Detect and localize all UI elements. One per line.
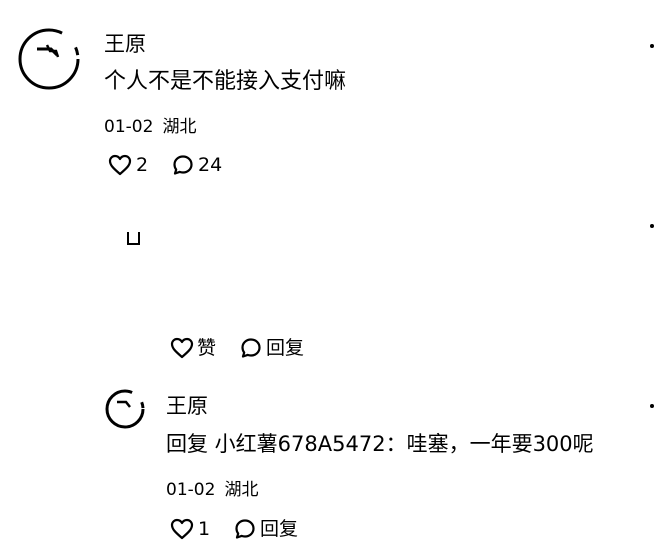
reply-date: 01-02 bbox=[166, 480, 216, 500]
heart-outline-icon bbox=[170, 337, 194, 359]
reply-text[interactable]: 回复 小红薯678A5472：哇塞，一年要300呢 bbox=[166, 434, 594, 455]
comment-location: 湖北 bbox=[162, 117, 197, 137]
more-dots-icon[interactable] bbox=[650, 404, 654, 408]
comment-date: 01-02 bbox=[104, 117, 154, 137]
more-dots-icon[interactable] bbox=[650, 44, 654, 48]
reply-like-count: 1 bbox=[198, 517, 211, 540]
comment-author-name[interactable]: 王原 bbox=[104, 34, 146, 55]
reply-count: 24 bbox=[198, 153, 223, 176]
like-button[interactable]: 2 bbox=[108, 154, 148, 176]
like-button[interactable]: 赞 bbox=[170, 337, 216, 359]
comment-button[interactable]: 24 bbox=[172, 154, 222, 176]
comment-bubble-icon bbox=[240, 337, 262, 359]
more-dots-icon[interactable] bbox=[650, 224, 654, 228]
like-button[interactable]: 1 bbox=[170, 518, 210, 540]
avatar[interactable] bbox=[17, 27, 81, 91]
comment-text[interactable]: 个人不是不能接入支付嘛 bbox=[104, 71, 346, 93]
heart-outline-icon bbox=[108, 154, 132, 176]
avatar[interactable] bbox=[104, 388, 146, 430]
reply-meta: 01-02 湖北 bbox=[166, 480, 259, 499]
comment-bubble-icon bbox=[172, 154, 194, 176]
comment-bubble-icon bbox=[234, 518, 256, 540]
reply-button[interactable]: 回复 bbox=[240, 337, 304, 359]
reply-button[interactable]: 回复 bbox=[234, 518, 298, 540]
reply-label: 回复 bbox=[260, 517, 299, 540]
like-count: 2 bbox=[136, 153, 149, 176]
heart-outline-icon bbox=[170, 518, 194, 540]
comment-image-placeholder[interactable] bbox=[127, 232, 140, 245]
like-label: 赞 bbox=[197, 336, 217, 359]
reply-label: 回复 bbox=[266, 336, 305, 359]
reply-location: 湖北 bbox=[224, 480, 259, 500]
reply-author-name[interactable]: 王原 bbox=[166, 396, 208, 417]
comment-meta: 01-02 湖北 bbox=[104, 117, 197, 136]
